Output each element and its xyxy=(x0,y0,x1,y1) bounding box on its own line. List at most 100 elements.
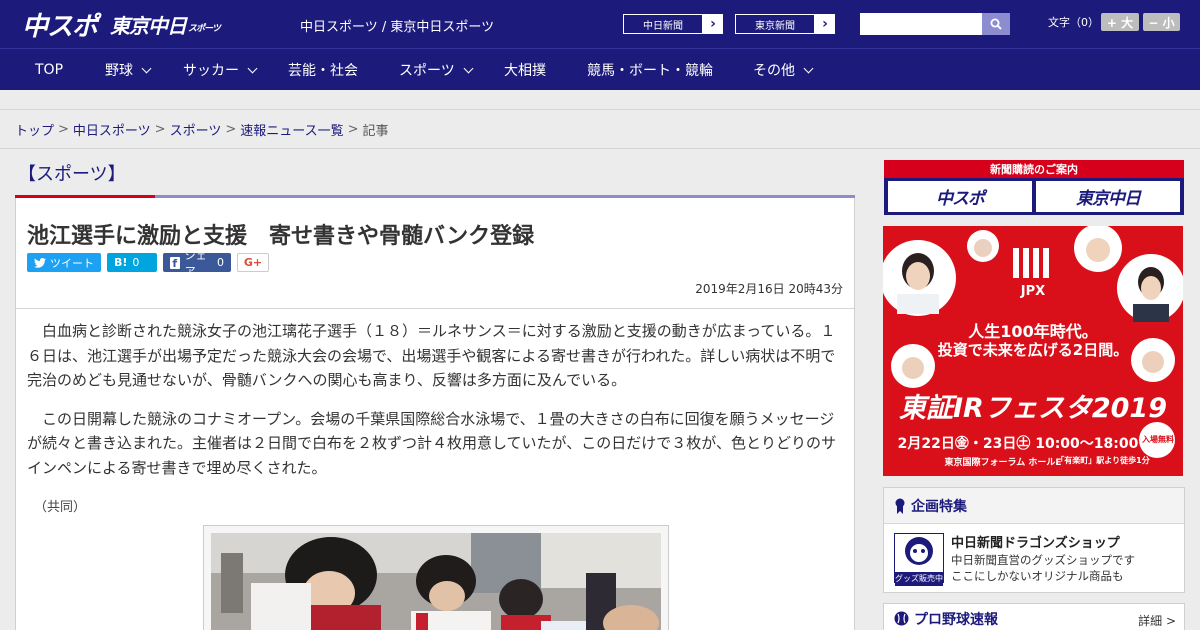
twitter-bird-icon xyxy=(34,257,46,268)
chunichi-shimbun-label: 中日新聞 xyxy=(624,15,702,33)
nav-label: 競馬・ボート・競輪 xyxy=(587,63,713,79)
dragons-mascot-icon xyxy=(905,537,933,565)
hatena-bookmark-button[interactable]: B! 0 xyxy=(107,253,157,272)
chuspo-logo: 中スポ xyxy=(888,181,1032,212)
chevron-down-icon xyxy=(463,63,474,73)
ribbon-icon xyxy=(895,498,905,514)
nav-label: 野球 xyxy=(105,63,133,79)
nav-item-racing[interactable]: 競馬・ボート・競輪 xyxy=(587,49,713,91)
nav-label: 芸能・社会 xyxy=(288,63,358,79)
feature-item-desc: 中日新聞直営のグッズショップです xyxy=(951,553,1135,567)
breadcrumb-sports[interactable]: スポーツ xyxy=(170,120,222,139)
hatena-icon: B! xyxy=(114,256,128,269)
article-paragraph: 白血病と診断された競泳女子の池江璃花子選手（１８）＝ルネサンス＝に対する激励と支… xyxy=(27,322,836,389)
ad-access: 「有楽町」駅より徒歩1分 xyxy=(1056,456,1150,465)
breadcrumb-separator: > xyxy=(154,122,166,137)
facebook-share-label: シェア xyxy=(184,248,207,278)
font-size-label: 文字（0） xyxy=(1048,16,1099,29)
breadcrumb-top[interactable]: トップ xyxy=(15,120,54,139)
breadcrumb-chunichi-sports[interactable]: 中日スポーツ xyxy=(73,120,151,139)
google-plus-icon: G+ xyxy=(243,256,263,269)
breadcrumb-separator: > xyxy=(347,122,359,137)
ad-line-2: 投資で未来を広げる2日間。 xyxy=(937,341,1129,359)
nav-label: TOP xyxy=(35,62,64,78)
main-nav: TOP 野球 サッカー 芸能・社会 スポーツ 大相撲 競馬・ボート・競輪 その他 xyxy=(0,48,1200,90)
article-date: 2019年2月16日 20時43分 xyxy=(695,282,843,296)
article-photo[interactable] xyxy=(211,533,661,630)
nav-item-other[interactable]: その他 xyxy=(753,49,814,91)
feature-widget: 企画特集 グッズ販売中 中日新聞ドラゴンズショップ 中日新聞直営のグッズショップ… xyxy=(883,487,1185,593)
sub-strip xyxy=(0,90,1200,110)
breadcrumb-separator: > xyxy=(225,122,237,137)
chevron-down-icon xyxy=(803,63,814,73)
feature-item-title[interactable]: 中日新聞ドラゴンズショップ xyxy=(951,532,1120,551)
breadcrumb-news-list[interactable]: 速報ニュース一覧 xyxy=(240,120,343,139)
nav-item-baseball[interactable]: 野球 xyxy=(105,49,152,91)
baseball-title: プロ野球速報 xyxy=(914,611,998,628)
feature-item-desc: ここにしかないオリジナル商品も xyxy=(951,569,1124,583)
breadcrumb-separator: > xyxy=(58,122,69,137)
divider xyxy=(16,308,854,309)
thumb-label: グッズ販売中 xyxy=(895,572,943,586)
baseball-score-widget: プロ野球速報 詳細 > xyxy=(883,603,1185,630)
nav-item-soccer[interactable]: サッカー xyxy=(183,49,258,91)
dragons-shop-thumbnail[interactable]: グッズ販売中 xyxy=(894,533,944,586)
top-header: 中スポ 東京中日 スポーツ 中日スポーツ / 東京中日スポーツ 中日新聞 › 東京… xyxy=(0,0,1200,48)
photo-credit: （共同） xyxy=(34,500,87,515)
baseball-icon xyxy=(894,611,909,626)
breadcrumb-current: 記事 xyxy=(362,124,389,139)
article-headline: 池江選手に激励と支援 寄せ書きや骨髄バンク登録 xyxy=(27,224,535,249)
chevron-right-icon: › xyxy=(710,16,716,32)
article-paragraph: この日開幕した競泳のコナミオープン。会場の千葉県国際総合水泳場で、１畳の大きさの… xyxy=(27,409,836,477)
chuspo-logo[interactable]: 中スポ xyxy=(22,8,98,42)
baseball-heading: プロ野球速報 詳細 > xyxy=(884,604,1184,630)
nav-item-entertainment[interactable]: 芸能・社会 xyxy=(288,49,358,91)
nav-label: スポーツ xyxy=(399,63,455,79)
breadcrumb: トップ > 中日スポーツ > スポーツ > 速報ニュース一覧 > 記事 xyxy=(0,111,1200,149)
tweet-label: ツイート xyxy=(50,256,94,270)
tokyo-logo-text: 東京中日 xyxy=(110,13,187,38)
swimmers-signing-photo xyxy=(211,533,661,630)
feature-heading: 企画特集 xyxy=(884,488,1184,524)
ad-free-badge: 入場無料 xyxy=(1142,435,1174,444)
feature-title: 企画特集 xyxy=(911,498,967,515)
subscription-logos: 中スポ 東京中日 xyxy=(888,181,1180,212)
tokyo-chunichi-logo[interactable]: 東京中日 スポーツ xyxy=(110,8,221,40)
search-icon xyxy=(990,18,1002,30)
site-title: 中日スポーツ / 東京中日スポーツ xyxy=(300,20,495,35)
tokyo-shimbun-label: 東京新聞 xyxy=(736,15,814,33)
subscription-heading: 新聞購読のご案内 xyxy=(884,160,1184,178)
nav-item-sports[interactable]: スポーツ xyxy=(399,49,474,91)
search-input[interactable] xyxy=(860,13,982,35)
search-button[interactable] xyxy=(982,13,1010,35)
jpx-ir-festa-ad[interactable]: JPX 人生100年時代。 投資で未来を広げる2日間。 東証IRフェスタ2019… xyxy=(883,226,1183,476)
article-body: 白血病と診断された競泳女子の池江璃花子選手（１８）＝ルネサンス＝に対する激励と支… xyxy=(27,319,845,494)
baseball-details-link[interactable]: 詳細 > xyxy=(1138,612,1176,629)
chevron-down-icon xyxy=(141,63,152,73)
article-card: 池江選手に激励と支援 寄せ書きや骨髄バンク登録 ツイート B! 0 f シェア … xyxy=(15,198,855,630)
nav-item-sumo[interactable]: 大相撲 xyxy=(504,49,546,91)
ad-event-name: 東証IRフェスタ2019 xyxy=(899,393,1167,424)
font-smaller-button[interactable]: − 小 xyxy=(1143,13,1180,31)
chunichi-shimbun-link[interactable]: 中日新聞 › xyxy=(622,13,724,35)
chevron-down-icon xyxy=(247,63,258,73)
subscription-banner[interactable]: 新聞購読のご案内 中スポ 東京中日 xyxy=(884,160,1184,215)
jpx-brand: JPX xyxy=(1020,284,1046,299)
font-larger-button[interactable]: + 大 xyxy=(1101,13,1139,31)
nav-item-top[interactable]: TOP xyxy=(35,49,63,91)
hatena-count: 0 xyxy=(132,256,140,269)
facebook-count: 0 xyxy=(217,256,224,269)
facebook-icon: f xyxy=(170,256,180,270)
tweet-button[interactable]: ツイート xyxy=(27,253,101,272)
tokyo-chunichi-logo: 東京中日 xyxy=(1036,181,1180,212)
share-buttons: ツイート B! 0 f シェア 0 G+ xyxy=(27,249,269,278)
nav-label: 大相撲 xyxy=(504,63,546,79)
google-plus-button[interactable]: G+ xyxy=(237,253,269,272)
tokyo-shimbun-link[interactable]: 東京新聞 › xyxy=(734,13,836,35)
tokyo-logo-sub: スポーツ xyxy=(188,24,221,34)
nav-label: サッカー xyxy=(183,63,239,79)
nav-label: その他 xyxy=(753,63,795,79)
facebook-share-button[interactable]: f シェア 0 xyxy=(163,249,231,278)
ad-dates: 2月22日㊎・23日㊏ 10:00～18:00 xyxy=(897,436,1139,452)
chuspo-logo-text: 中スポ xyxy=(22,11,98,42)
